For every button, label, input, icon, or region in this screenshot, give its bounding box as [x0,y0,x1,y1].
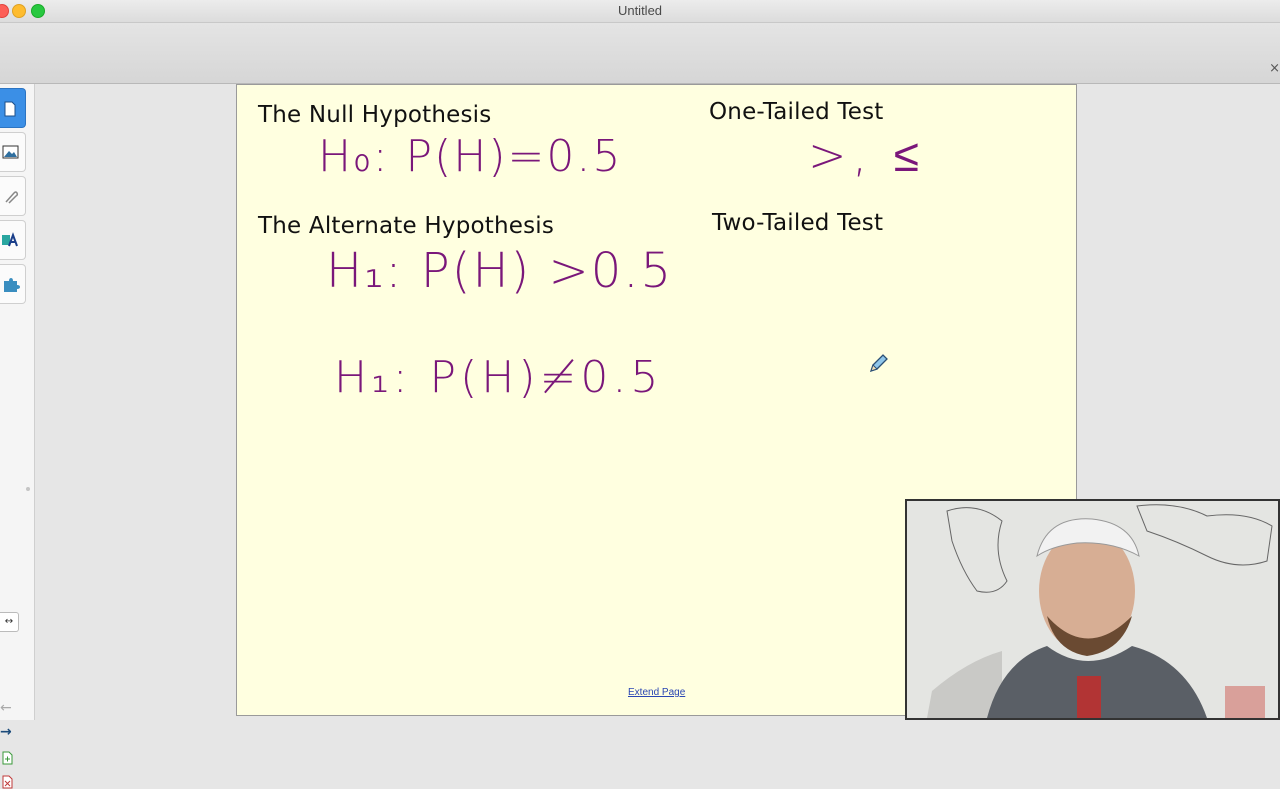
heading-two-tailed-test: Two-Tailed Test [712,210,884,236]
tab-attachments[interactable] [0,176,26,216]
delete-page-icon[interactable] [1,775,13,789]
window-titlebar: Untitled [0,0,1280,23]
webcam-overlay [905,499,1280,720]
ink-null-hypothesis: H₀: P(H)=0.5 [318,131,623,182]
tab-addons[interactable] [0,264,26,304]
tab-gallery[interactable] [0,132,26,172]
sidebar: ↔ ← → [0,84,35,789]
previous-page-icon[interactable]: ← [0,700,12,716]
sidebar-expand-button[interactable]: ↔ [0,612,19,632]
tab-properties[interactable] [0,220,26,260]
webcam-video-image [907,501,1278,718]
page-sorter-icon [4,101,16,117]
sidebar-resize-handle[interactable] [26,487,30,491]
heading-null-hypothesis: The Null Hypothesis [258,102,492,128]
properties-icon [2,232,18,247]
add-page-icon[interactable] [1,751,13,765]
next-page-icon[interactable]: → [0,724,12,740]
attachments-icon [5,191,19,204]
window-title: Untitled [617,3,663,18]
heading-alternate-hypothesis: The Alternate Hypothesis [258,213,555,239]
toolbar: × [0,23,1280,84]
gallery-icon [2,145,19,159]
ink-alternate-not-equal: H₁: P(H)≠0.5 [334,352,663,403]
tab-page-sorter[interactable] [0,88,26,128]
extend-page-link[interactable]: Extend Page [628,687,685,698]
close-icon[interactable]: × [1269,61,1280,76]
addons-puzzle-icon [4,278,20,292]
heading-one-tailed-test: One-Tailed Test [709,99,884,125]
ink-one-tailed-symbols: >, ≤ [808,128,926,182]
pen-cursor-icon [869,354,888,373]
ink-alternate-greater: H₁: P(H) >0.5 [326,243,674,299]
